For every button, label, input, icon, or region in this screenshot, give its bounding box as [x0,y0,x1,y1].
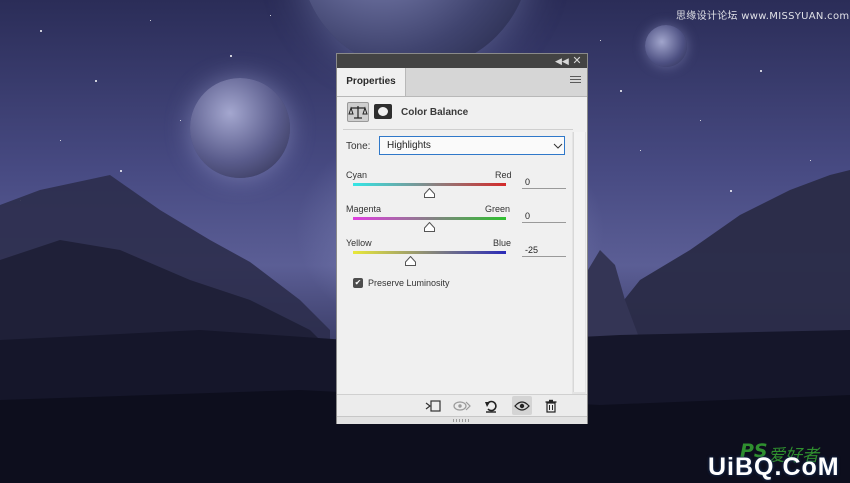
view-previous-state-icon[interactable] [452,396,472,415]
watermark-brand: UiBQ.CoM [708,453,840,481]
scrollbar-thumb[interactable] [573,132,585,392]
visibility-eye-icon[interactable] [512,396,532,415]
yellow-blue-value[interactable]: -25 [522,243,566,257]
color-balance-icon[interactable] [347,102,369,122]
tone-label: Tone: [346,141,371,152]
cyan-red-slider-track[interactable] [353,183,506,186]
layer-mask-icon[interactable] [374,104,392,119]
magenta-green-slider-handle[interactable] [424,222,435,232]
tone-select-value: Highlights [387,140,431,151]
panel-resize-grip[interactable] [337,416,587,424]
slider-right-label-blue: Blue [493,238,512,248]
magenta-green-slider-track[interactable] [353,217,506,220]
slider-left-label-magenta: Magenta [346,204,382,214]
yellow-blue-slider-track[interactable] [353,251,506,254]
slider-right-label-red: Red [495,170,512,180]
preserve-luminosity-checkbox[interactable]: ✔ [353,278,363,288]
properties-panel: ◀◀ ✕ Properties Color Balance Tone: High… [336,53,588,424]
divider [343,129,573,130]
chevron-down-icon [553,143,563,149]
cyan-red-value[interactable]: 0 [522,175,566,189]
panel-titlebar[interactable]: ◀◀ ✕ [337,54,587,68]
slider-left-label-yellow: Yellow [346,238,372,248]
magenta-green-value[interactable]: 0 [522,209,566,223]
reset-icon[interactable] [481,396,501,415]
close-icon[interactable]: ✕ [571,54,583,68]
panel-bottom-toolbar [337,394,587,417]
slider-left-label-cyan: Cyan [346,170,368,180]
desktop-scene: 思缘设计论坛 www.MISSYUAN.com PS 爱好者 UiBQ.CoM … [0,0,850,483]
tab-properties[interactable]: Properties [337,68,406,96]
trash-icon[interactable] [541,396,561,415]
panel-menu-icon[interactable] [570,76,582,88]
collapse-icon[interactable]: ◀◀ [555,55,569,67]
yellow-blue-slider-handle[interactable] [404,256,416,266]
watermark-top: 思缘设计论坛 www.MISSYUAN.com [676,11,850,22]
panel-tabbar: Properties [337,68,587,97]
slider-right-label-green: Green [485,204,511,214]
tone-select[interactable]: Highlights [379,136,565,155]
grip-icon [453,419,471,422]
panel-heading: Color Balance [401,107,469,118]
preserve-luminosity-label: Preserve Luminosity [368,278,450,288]
cyan-red-slider-handle[interactable] [424,188,435,198]
clip-to-layer-icon[interactable] [423,396,443,415]
scrollbar-track[interactable] [572,132,586,394]
